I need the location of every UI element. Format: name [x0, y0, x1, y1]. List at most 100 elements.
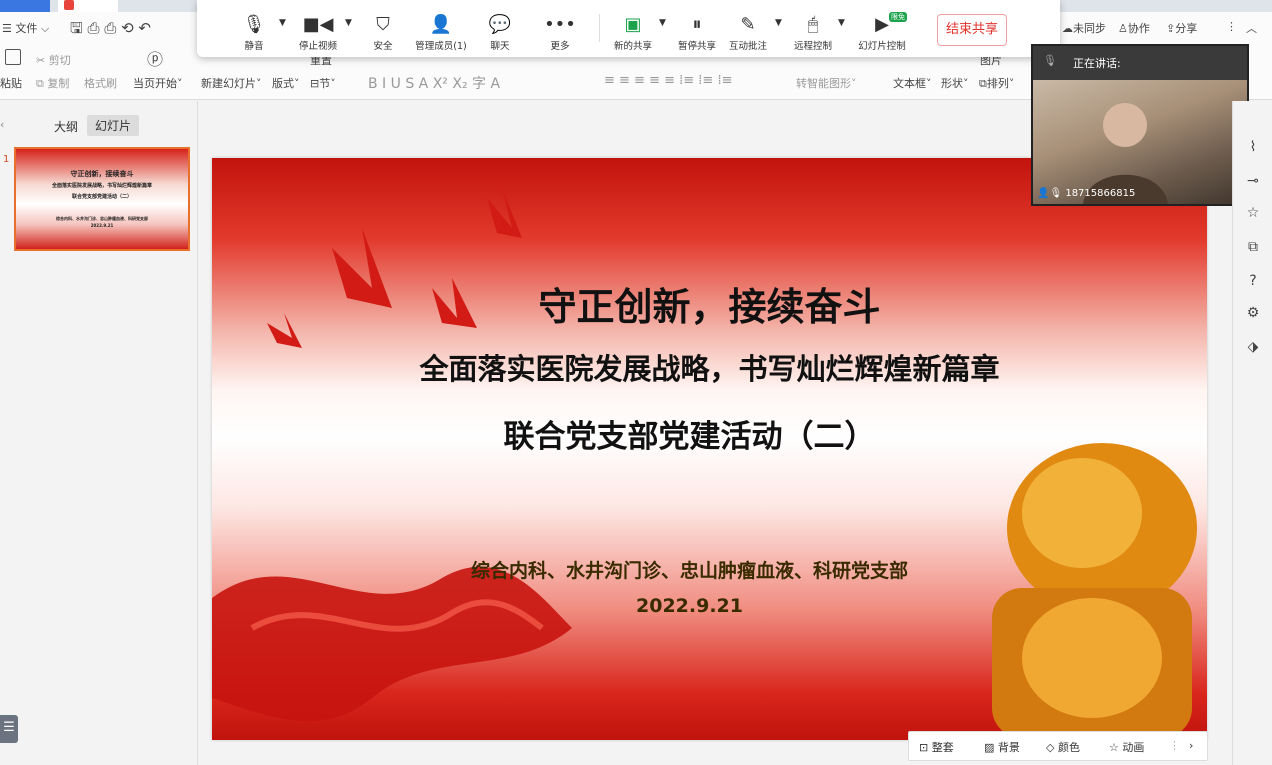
thumb-date: 2022.9.21	[90, 223, 114, 228]
section-label: 节	[319, 77, 331, 90]
participant-video[interactable]	[1033, 80, 1247, 204]
chat-label: 聊天	[490, 41, 510, 52]
chat-icon: 💬	[488, 14, 512, 35]
slide-subtitle-2[interactable]: 联合党支部党建活动（二）	[212, 411, 1167, 456]
slide-date[interactable]: 2022.9.21	[212, 595, 1167, 617]
paste-icon[interactable]	[5, 49, 21, 65]
organize-button[interactable]: ⊡ 整套	[919, 739, 954, 755]
chevron-right-icon[interactable]: ›	[1189, 739, 1193, 752]
share-options-caret[interactable]: ▼	[659, 18, 666, 28]
convert-smart-button[interactable]: 转智能图形˅	[796, 75, 857, 91]
slide-control-button[interactable]: ▶ 幻灯片控制 限免	[851, 12, 913, 54]
more-icon: •••	[544, 14, 576, 35]
pin-icon[interactable]: ⊸	[1245, 173, 1261, 189]
slide-subtitle[interactable]: 全面落实医院发展战略，书写灿烂辉煌新篇章	[212, 346, 1207, 388]
quick-access-icons[interactable]: 🖫 ⎙ ⎙ ⟲ ↶	[70, 18, 151, 43]
collapse-panel-icon[interactable]: ‹	[0, 118, 4, 131]
tab-outline[interactable]: 大纲	[54, 118, 78, 135]
microphone-icon: 🎙	[1043, 54, 1057, 67]
lion-statue-icon	[992, 443, 1197, 738]
free-badge: 限免	[889, 12, 907, 22]
mute-options-caret[interactable]: ▼	[279, 18, 286, 28]
stop-video-button[interactable]: ■◀ 停止视频	[287, 14, 349, 54]
unsynced-button[interactable]: ☁未同步	[1062, 20, 1106, 36]
panel-menu-icon[interactable]: ☰	[0, 715, 18, 743]
text-box-label: 文本框	[893, 77, 926, 90]
remote-control-button[interactable]: 🖱 远程控制	[782, 14, 844, 54]
format-painter-button[interactable]: 格式刷	[84, 75, 117, 91]
members-icon: 👤	[429, 14, 453, 35]
paragraph-format-icons[interactable]: ≡ ≡ ≡ ≡ ≡ ⁞≡ ⁞≡ ⁞≡	[604, 73, 732, 88]
home-tab[interactable]	[0, 0, 50, 12]
speaking-label: 正在讲话:	[1073, 57, 1121, 70]
mute-label: 静音	[244, 41, 264, 52]
backup-icon[interactable]: ⧉	[1245, 239, 1261, 255]
arrange-button[interactable]: ⧉排列˅	[979, 75, 1014, 91]
animation-button[interactable]: ☆ 动画	[1109, 739, 1144, 755]
layout-button[interactable]: 版式˅	[272, 75, 300, 91]
new-slide-button[interactable]: 新建幻灯片˅	[201, 75, 262, 91]
right-toolbar: ⌇ ⊸ ☆ ⧉ ? ⚙ ⬗	[1232, 101, 1272, 765]
end-share-button[interactable]: 结束共享	[937, 14, 1007, 46]
more-button[interactable]: ••• 更多	[529, 14, 591, 54]
participant-name-text: 18715866815	[1065, 188, 1136, 199]
background-button[interactable]: ▨ 背景	[984, 739, 1020, 755]
thumb-subtitle2: 联合党支部党建活动（二）	[71, 194, 132, 200]
plugin-icon[interactable]: ⬗	[1245, 339, 1261, 355]
docer-tab[interactable]	[58, 0, 118, 12]
video-options-caret[interactable]: ▼	[345, 18, 352, 28]
slide-title[interactable]: 守正创新，接续奋斗	[212, 276, 1207, 331]
shape-label: 形状	[941, 77, 963, 90]
meeting-toolbar: 🎙 静音 ▼ ■◀ 停止视频 ▼ ⛉ 安全 👤 管理成员(1) 💬 聊天 •••…	[197, 0, 1060, 57]
remote-control-icon: 🖱	[807, 14, 819, 35]
annotate-button[interactable]: ✎ 互动批注	[717, 14, 779, 54]
tab-slides[interactable]: 幻灯片	[87, 115, 140, 136]
text-box-button[interactable]: 文本框˅	[893, 75, 932, 91]
video-header: 🎙 正在讲话:	[1033, 46, 1247, 80]
shape-button[interactable]: 形状˅	[941, 75, 969, 91]
animation-label: 动画	[1122, 741, 1145, 754]
shield-icon: ⛉	[376, 14, 390, 35]
collapse-ribbon-icon[interactable]: ︿	[1246, 20, 1257, 36]
unsynced-label: 未同步	[1073, 22, 1106, 35]
microphone-icon: 🎙	[242, 14, 266, 35]
video-camera-icon: ■◀	[302, 14, 334, 35]
more-options-icon[interactable]: ⋮	[1169, 739, 1180, 752]
share-button[interactable]: ⇪分享	[1166, 20, 1197, 36]
manage-members-button[interactable]: 👤 管理成员(1)	[410, 14, 472, 54]
settings-icon[interactable]: ⚙	[1245, 305, 1261, 321]
remote-options-caret[interactable]: ▼	[838, 18, 845, 28]
play-from-current-label: 当页开始	[133, 77, 177, 90]
more-menu-icon[interactable]: ⋮	[1226, 20, 1237, 33]
star-icon[interactable]: ☆	[1245, 205, 1261, 221]
paste-button[interactable]: 粘贴	[0, 75, 22, 91]
slide-control-label: 幻灯片控制	[858, 41, 906, 52]
font-format-icons[interactable]: B I U S A X² X₂ 字 A	[368, 73, 500, 93]
play-from-current-button[interactable]: 当页开始˅	[133, 75, 183, 91]
play-icon[interactable]: ⓟ	[147, 46, 163, 70]
mute-button[interactable]: 🎙 静音	[223, 14, 285, 54]
security-button[interactable]: ⛉ 安全	[352, 14, 414, 54]
collaborate-label: 协作	[1127, 22, 1150, 35]
color-button[interactable]: ◇ 颜色	[1046, 739, 1080, 755]
cut-button[interactable]: ✂ 剪切	[36, 52, 71, 68]
slide-organizations[interactable]: 综合内科、水井沟门诊、忠山肿瘤血液、科研党支部	[212, 556, 1167, 583]
slide-toolbar: ⊡ 整套 ▨ 背景 ◇ 颜色 ☆ 动画 ⋮ ›	[908, 731, 1208, 761]
slide-thumbnail[interactable]: 守正创新，接续奋斗 全面落实医院发展战略，书写灿烂辉煌新篇章 联合党支部党建活动…	[14, 147, 190, 251]
chat-button[interactable]: 💬 聊天	[469, 14, 531, 54]
help-icon[interactable]: ?	[1245, 273, 1261, 289]
file-menu-label: 文件	[15, 22, 38, 35]
property-icon[interactable]: ⌇	[1245, 139, 1261, 155]
slide-canvas[interactable]: 守正创新，接续奋斗 全面落实医院发展战略，书写灿烂辉煌新篇章 联合党支部党建活动…	[212, 158, 1207, 740]
collaborate-button[interactable]: ♙协作	[1118, 20, 1150, 36]
annotate-options-caret[interactable]: ▼	[775, 18, 782, 28]
stop-video-label: 停止视频	[298, 41, 337, 52]
slides-panel: ‹ 大纲 幻灯片 1 守正创新，接续奋斗 全面落实医院发展战略，书写灿烂辉煌新篇…	[0, 101, 198, 765]
new-share-button[interactable]: ▣ 新的共享	[602, 14, 664, 54]
file-menu[interactable]: ☰ 文件 ⌵	[2, 20, 49, 36]
red-ribbon	[212, 566, 572, 722]
section-button[interactable]: ⊟节˅	[310, 75, 336, 91]
copy-button[interactable]: ⧉ 复制	[36, 75, 69, 91]
toolbar-divider	[599, 14, 600, 42]
layout-label: 版式	[272, 77, 294, 90]
